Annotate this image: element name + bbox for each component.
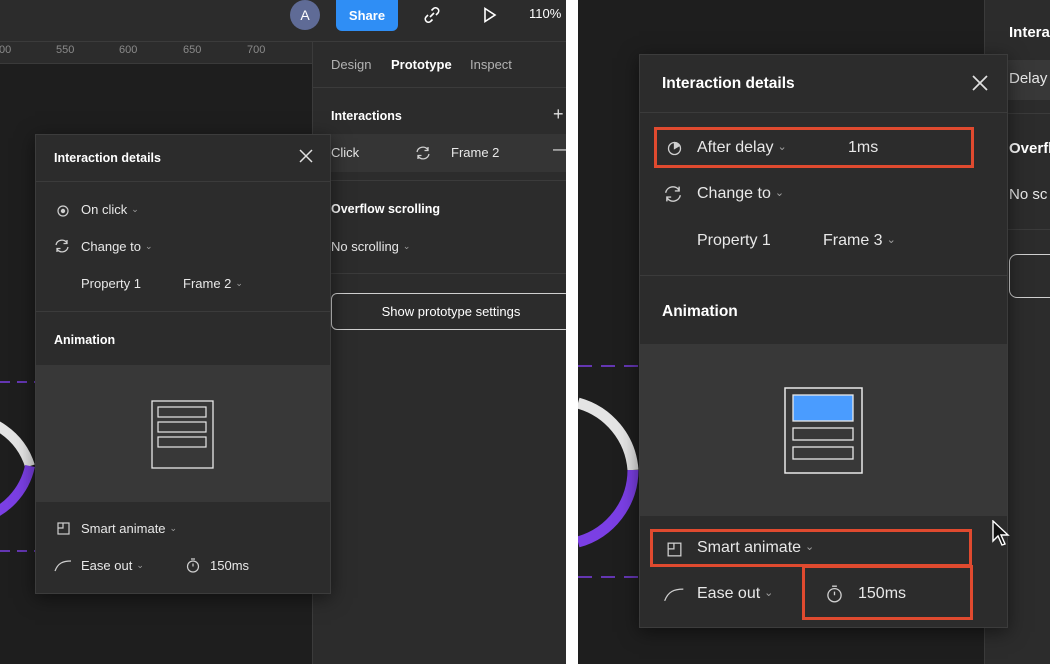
animation-preview <box>36 365 330 502</box>
easing-curve-icon <box>54 559 72 577</box>
change-to-icon <box>53 237 71 260</box>
action-value: Change to <box>81 239 141 254</box>
link-icon[interactable] <box>421 4 443 26</box>
animation-type-value: Smart animate <box>81 521 166 536</box>
share-button[interactable]: Share <box>336 0 398 31</box>
interaction-target: Frame 2 <box>451 145 500 160</box>
chevron-down-icon: ⌄ <box>169 523 178 533</box>
horizontal-ruler: 00 550 600 650 700 <box>0 42 312 64</box>
tab-prototype[interactable]: Prototype <box>391 57 452 72</box>
left-screenshot: A Share 110% 00 550 600 650 700 Design P… <box>0 0 566 664</box>
divider <box>313 273 566 274</box>
overflow-value: No scrolling <box>331 239 399 254</box>
smart-animate-highlight <box>650 529 972 567</box>
chevron-down-icon: ⌄ <box>764 587 774 599</box>
remove-interaction-icon[interactable]: — <box>553 141 566 159</box>
tab-design[interactable]: Design <box>331 57 371 72</box>
interaction-row[interactable]: Click Frame 2 — <box>313 134 566 172</box>
duration-highlight <box>802 565 973 620</box>
change-to-icon <box>414 144 432 167</box>
divider <box>313 180 566 181</box>
ruler-tick: 00 <box>0 44 12 56</box>
overflow-title: Overflow scrolling <box>331 202 441 216</box>
trigger-value: On click <box>81 202 128 217</box>
ruler-tick: 600 <box>119 44 138 56</box>
user-avatar[interactable]: A <box>290 0 320 30</box>
action-value: Change to <box>697 185 771 202</box>
change-to-icon <box>662 183 684 210</box>
easing-value: Ease out <box>697 585 761 602</box>
tab-inspect[interactable]: Inspect <box>470 57 512 72</box>
chevron-down-icon: ⌄ <box>235 278 243 288</box>
interaction-details-dialog: Interaction details On click ⌄ Change to ⌄… <box>35 134 331 594</box>
show-prototype-settings-button[interactable]: Show prototype settings <box>331 293 566 330</box>
add-interaction-icon[interactable]: + <box>553 104 564 125</box>
overflow-title: Overfl <box>1009 140 1050 157</box>
divider <box>36 311 330 312</box>
property-value: Frame 2 <box>183 276 232 291</box>
divider <box>313 87 566 88</box>
property-value: Frame 3 <box>823 232 883 249</box>
animation-preview <box>640 344 1007 516</box>
zoom-level[interactable]: 110% <box>529 6 561 21</box>
action-dropdown[interactable]: Change to ⌄ <box>697 185 784 203</box>
after-delay-highlight <box>654 127 974 168</box>
chevron-down-icon: ⌄ <box>402 241 411 251</box>
screenshot-divider <box>566 0 578 664</box>
right-screenshot: Intera Delay Overfl No sc Interaction de… <box>578 0 1050 664</box>
animation-title: Animation <box>54 333 116 347</box>
smart-animate-icon <box>57 522 70 540</box>
toolbar: A Share 110% <box>0 0 566 42</box>
properties-panel: Design Prototype Inspect Interactions + … <box>312 42 566 664</box>
interactions-title: Interactions <box>331 109 402 123</box>
ruler-tick: 700 <box>247 44 266 56</box>
dialog-title: Interaction details <box>54 151 161 165</box>
chevron-down-icon: ⌄ <box>886 234 896 246</box>
chevron-down-icon: ⌄ <box>145 241 153 251</box>
action-dropdown[interactable]: Change to ⌄ <box>81 239 153 254</box>
divider <box>640 275 1007 276</box>
cursor-icon <box>992 519 1010 553</box>
divider <box>640 112 1007 113</box>
close-icon[interactable] <box>971 74 989 97</box>
ruler-tick: 650 <box>183 44 202 56</box>
easing-dropdown[interactable]: Ease out ⌄ <box>81 558 144 573</box>
ruler-tick: 550 <box>56 44 75 56</box>
easing-value: Ease out <box>81 558 133 573</box>
animation-type-dropdown[interactable]: Smart animate ⌄ <box>81 521 177 536</box>
chevron-down-icon: ⌄ <box>131 204 139 214</box>
interaction-trigger: Delay <box>1009 70 1048 87</box>
timer-icon <box>186 558 200 578</box>
interactions-title: Intera <box>1009 24 1050 41</box>
click-trigger-icon <box>56 204 70 223</box>
dialog-title: Interaction details <box>662 75 795 92</box>
easing-dropdown[interactable]: Ease out ⌄ <box>697 585 773 603</box>
frame-preview-graphic <box>784 387 863 474</box>
frame-preview-graphic <box>151 400 214 469</box>
property-label: Property 1 <box>697 232 771 249</box>
divider <box>36 181 330 182</box>
overflow-dropdown[interactable]: No scrolling ⌄ <box>331 239 410 254</box>
duration-value[interactable]: 150ms <box>210 558 249 573</box>
easing-curve-icon <box>663 588 685 607</box>
animation-title: Animation <box>662 303 738 320</box>
chevron-down-icon: ⌄ <box>774 187 785 199</box>
show-prototype-settings-button[interactable] <box>1009 254 1050 298</box>
property-dropdown[interactable]: Frame 2 ⌄ <box>183 276 243 291</box>
trigger-dropdown[interactable]: On click ⌄ <box>81 202 139 217</box>
interaction-trigger: Click <box>331 145 360 160</box>
play-icon[interactable] <box>478 4 500 26</box>
property-label: Property 1 <box>81 276 141 291</box>
close-icon[interactable] <box>298 148 314 169</box>
overflow-value: No sc <box>1009 186 1048 203</box>
chevron-down-icon: ⌄ <box>136 560 144 570</box>
property-dropdown[interactable]: Frame 3 ⌄ <box>823 232 896 250</box>
